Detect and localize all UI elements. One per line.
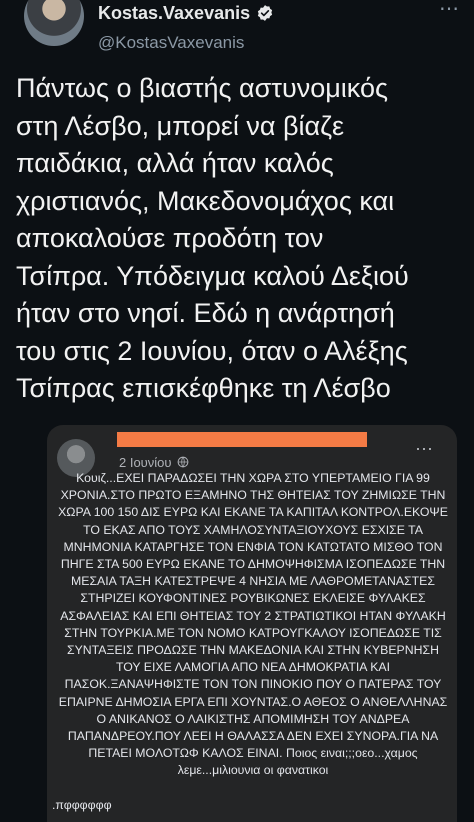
tweet-text: Πάντως ο βιαστής αστυνομικός στη Λέσβο, … xyxy=(16,70,466,408)
post-body-line: ΧΡΟΝΙΑ.ΣΤΟ ΠΡΩΤΟ ΕΞΑΜΗΝΟ ΤΗΣ ΘΗΤΕΙΑΣ ΤΟΥ… xyxy=(60,488,446,503)
embedded-post-image[interactable]: ΣΤΡΑΤΗΣ ΜΥΡΟΓΙΑΝΝΗΣ 2 Ιουνίου ⋯ Κουιζ...… xyxy=(47,425,457,822)
post-more-button: ⋯ xyxy=(415,439,433,459)
tweet-text-line: Τσίπρα. Υπόδειγμα καλού Δεξιού xyxy=(16,260,409,291)
post-body-line: λεμε...μιλιουνια οι φανατικοι xyxy=(177,763,329,778)
tweet-text-line: στη Λέσβο, μπορεί να βίαζε xyxy=(16,110,345,141)
post-body-line: ΠΑΠΑΝΔΡΕΟΥ.ΠΟΥ ΛΕΕΙ Η ΘΑΛΑΣΣΑ ΔΕΝ ΕΧΕΙ Σ… xyxy=(67,729,439,744)
post-body-line: ΜΕΣΑΙΑ ΤΑΞΗ ΚΑΤΕΣΤΡΕΨΕ 4 ΝΗΣΙΑ ΜΕ ΛΑΘΡΟΜ… xyxy=(71,574,435,589)
globe-icon xyxy=(177,456,188,468)
post-body-line: ΣΤΗΡΙΖΕΙ ΚΟΥΦΟΝΤΙΝΕΣ ΡΟΥΒΙΚΩΝΕΣ ΕΚΛΕΙΣΕ … xyxy=(80,591,426,606)
post-body-line xyxy=(52,780,454,797)
tweet-text-line: Πάντως ο βιαστής αστυνομικός xyxy=(16,73,388,103)
post-body-line: ΠΕΤΑΕΙ ΜΟΛΟΤΩΦ ΚΑΛΟΣ ΕΙΝΑΙ. Ποιος ειναι;… xyxy=(88,746,418,761)
post-body-line: ΠΑΣΟΚ.ΞΑΝΑΨΗΦΙΣΤΕ ΤΟΝ ΤΟΝ ΠΙΝΟΚΙΟ ΠΟΥ Ο … xyxy=(64,677,442,692)
post-body-line: ΜΝΗΜΟΝΙΑ ΚΑΤΑΡΓΗΣΕ ΤΟΝ ΕΝΦΙΑ ΤΟΝ ΚΑΤΩΤΑΤ… xyxy=(63,539,443,554)
redaction-bar xyxy=(117,432,367,447)
post-body-line: ΑΣΦΑΛΕΙΑΣ ΚΑΙ ΕΠΙ ΘΗΤΕΙΑΣ ΤΟΥ 2 ΣΤΡΑΤΙΩΤ… xyxy=(60,608,446,623)
post-date: 2 Ιουνίου xyxy=(119,455,189,470)
post-body-line: .πφφφφφφ xyxy=(52,797,112,812)
tweet-text-line: ήταν στο νησί. Εδώ η ανάρτησή xyxy=(16,298,395,328)
post-body-line: ΤΟ ΕΚΑΣ ΑΠΟ ΤΟΥΣ ΧΑΜΗΛΟΣΥΝΤΑΞΙΟΥΧΟΥΣ ΕΣΧ… xyxy=(83,522,423,537)
tweet-text-line: Τσίπρας επισκέφθηκε τη Λέσβο xyxy=(16,373,391,403)
tweet-text-line: χριστιανός, Μακεδονομάχος και xyxy=(16,185,395,216)
tweet-text-line: αποκαλούσε προδότη τον xyxy=(16,223,324,253)
verified-badge-icon xyxy=(257,5,273,21)
post-body-line: ΣΥΝΤΑΞΕΙΣ ΠΡΟΔΩΣΕ ΤΗΝ ΜΑΚΕΔΟΝΙΑ ΚΑΙ ΣΤΗΝ… xyxy=(67,643,439,658)
post-body-line: ΤΟΥ ΕΙΧΕ ΛΑΜΟΓΙΑ ΑΠΟ ΝΕΑ ΔΗΜΟΚΡΑΤΙΑ ΚΑΙ xyxy=(115,660,391,675)
post-body: Κουιζ...ΕΧΕΙ ΠΑΡΑΔΩΣΕΙ ΤΗΝ ΧΩΡΑ ΣΤΟ ΥΠΕΡ… xyxy=(52,470,454,814)
post-body-line: ΠΗΓΕ ΣΤΑ 500 ΕΥΡΩ ΕΚΑΝΕ ΤΟ ΔΗΜΟΨΗΦΙΣΜΑ Ι… xyxy=(60,557,446,572)
post-body-line: Ο ΑΝΙΚΑΝΟΣ Ο ΛΑΙΚΙΣΤΗΣ ΑΠΟΜΙΜΗΣΗ ΤΟΥ ΑΝΔ… xyxy=(96,711,410,726)
author-handle[interactable]: @KostasVaxevanis xyxy=(98,33,244,53)
author-avatar[interactable] xyxy=(24,0,84,46)
post-body-line: ΧΩΡΑ 100 150 ΔΙΣ ΕΥΡΩ ΚΑΙ ΕΚΑΝΕ ΤΑ ΚΑΠΙΤ… xyxy=(58,505,448,520)
tweet-header: Kostas.Vaxevanis @KostasVaxevanis ⋯ xyxy=(0,0,474,60)
tweet-more-button[interactable]: ⋯ xyxy=(434,0,464,19)
tweet-text-line: παιδάκια, αλλά ήταν καλός xyxy=(16,148,334,178)
post-body-line: ΕΠΑΙΡΝΕ ΔΗΜΟΣΙΑ ΕΡΓΑ ΕΠΙ ΧΟΥΝΤΑΣ.Ο ΑΘΕΟΣ… xyxy=(58,694,448,709)
post-body-line: Κουιζ...ΕΧΕΙ ΠΑΡΑΔΩΣΕΙ ΤΗΝ ΧΩΡΑ ΣΤΟ ΥΠΕΡ… xyxy=(76,471,430,485)
tweet-text-line: του στις 2 Ιουνίου, όταν ο Αλέξης xyxy=(16,335,408,366)
author-display-name[interactable]: Kostas.Vaxevanis xyxy=(98,3,274,24)
post-body-line: ΣΤΗΝ ΤΟΥΡΚΙΑ.ΜΕ ΤΟΝ ΝΟΜΟ ΚΑΤΡΟΥΓΚΑΛΟΥ ΙΣ… xyxy=(64,625,442,640)
